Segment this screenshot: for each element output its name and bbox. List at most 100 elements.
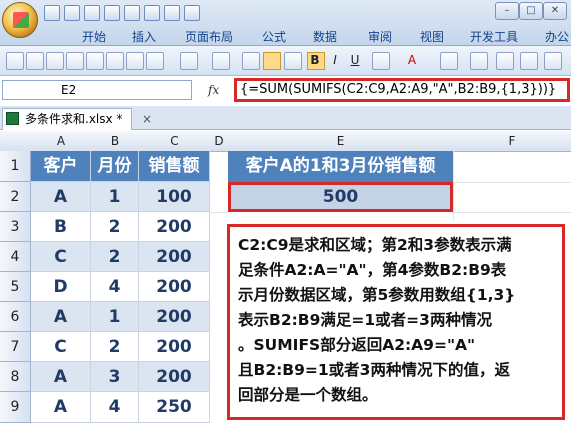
row-header-7[interactable]: 7 <box>0 332 31 362</box>
cut-icon[interactable] <box>26 52 44 70</box>
column-header-c[interactable]: C <box>139 131 211 152</box>
table-cell[interactable]: 200 <box>139 272 210 302</box>
table-cell[interactable]: 2 <box>91 242 139 272</box>
underline-icon[interactable]: U <box>347 53 363 67</box>
undo-icon[interactable] <box>180 52 198 70</box>
table-cell[interactable]: A <box>31 362 91 392</box>
table-cell[interactable]: A <box>31 302 91 332</box>
column-header-e[interactable]: E <box>228 131 454 152</box>
header-sales[interactable]: 销售额 <box>139 151 210 182</box>
print-icon[interactable] <box>124 5 140 21</box>
freeze-icon[interactable] <box>544 52 562 70</box>
table-cell[interactable]: 1 <box>91 302 139 332</box>
tab-office[interactable]: 办公 <box>545 28 569 45</box>
table-cell[interactable]: 3 <box>91 362 139 392</box>
header-customer[interactable]: 客户 <box>31 151 91 182</box>
new-icon[interactable] <box>6 52 24 70</box>
formula-input[interactable]: {=SUM(SUMIFS(C2:C9,A2:A9,"A",B2:B9,{1,3}… <box>234 78 570 102</box>
tab-view[interactable]: 视图 <box>420 28 444 45</box>
gridline <box>210 212 228 213</box>
table-cell[interactable]: 200 <box>139 332 210 362</box>
workbook-tab[interactable]: 多条件求和.xlsx * <box>2 108 132 130</box>
table-cell[interactable]: 200 <box>139 212 210 242</box>
mail-icon[interactable] <box>184 5 200 21</box>
table-cell[interactable]: 2 <box>91 212 139 242</box>
redo-icon[interactable] <box>212 52 230 70</box>
table-cell[interactable]: 200 <box>139 242 210 272</box>
preview-icon[interactable] <box>144 5 160 21</box>
align-center-icon[interactable] <box>263 52 281 70</box>
paste-icon[interactable] <box>86 52 104 70</box>
align-right-icon[interactable] <box>284 52 302 70</box>
grid-icon[interactable] <box>520 52 538 70</box>
table-cell[interactable]: 2 <box>91 332 139 362</box>
select-all-corner[interactable] <box>0 131 32 152</box>
fx-icon[interactable]: fx <box>208 80 232 100</box>
row-header-2[interactable]: 2 <box>0 182 31 212</box>
column-header-d[interactable]: D <box>210 131 229 152</box>
table-cell[interactable]: 100 <box>139 182 210 212</box>
gridline <box>453 212 571 213</box>
table-cell[interactable]: D <box>31 272 91 302</box>
maximize-button[interactable]: □ <box>519 2 543 20</box>
result-value-cell[interactable]: 500 <box>228 182 453 212</box>
result-title-cell[interactable]: 客户A的1和3月份销售额 <box>228 151 453 182</box>
row-header-4[interactable]: 4 <box>0 242 31 272</box>
table-cell[interactable]: 250 <box>139 392 210 423</box>
table-cell[interactable]: A <box>31 182 91 212</box>
table-cell[interactable]: 200 <box>139 302 210 332</box>
column-header-a[interactable]: A <box>31 131 92 152</box>
header-month[interactable]: 月份 <box>91 151 139 182</box>
close-button[interactable]: ✕ <box>543 2 567 20</box>
borders-icon[interactable] <box>440 52 458 70</box>
format-painter-icon[interactable] <box>106 52 124 70</box>
tab-insert[interactable]: 插入 <box>132 28 156 45</box>
table-cell[interactable]: 200 <box>139 362 210 392</box>
italic-icon[interactable]: I <box>327 53 343 67</box>
font-color-icon[interactable]: A <box>404 53 420 67</box>
row-header-6[interactable]: 6 <box>0 302 31 332</box>
table-cell[interactable]: 4 <box>91 392 139 423</box>
row-header-8[interactable]: 8 <box>0 362 31 392</box>
table-cell[interactable]: C <box>31 242 91 272</box>
align-left-icon[interactable] <box>242 52 260 70</box>
table-cell[interactable]: A <box>31 392 91 423</box>
row-header-1[interactable]: 1 <box>0 151 31 182</box>
excel-icon[interactable] <box>44 5 60 21</box>
open-icon[interactable] <box>164 5 180 21</box>
table-cell[interactable]: B <box>31 212 91 242</box>
gridline <box>453 182 571 183</box>
print-icon[interactable] <box>126 52 144 70</box>
row-header-5[interactable]: 5 <box>0 272 31 302</box>
print-preview-icon[interactable] <box>146 52 164 70</box>
column-header-f[interactable]: F <box>453 131 571 152</box>
tab-developer[interactable]: 开发工具 <box>470 28 518 45</box>
table-cell[interactable]: 4 <box>91 272 139 302</box>
row-header-3[interactable]: 3 <box>0 212 31 242</box>
fill-color-icon[interactable] <box>372 52 390 70</box>
copy-icon[interactable] <box>46 52 64 70</box>
table-icon[interactable] <box>496 52 514 70</box>
close-tab-icon[interactable]: × <box>142 112 152 126</box>
column-header-b[interactable]: B <box>91 131 140 152</box>
office-logo-icon <box>13 12 29 28</box>
tab-formulas[interactable]: 公式 <box>262 28 286 45</box>
tab-data[interactable]: 数据 <box>313 28 337 45</box>
office-button[interactable] <box>2 2 38 38</box>
redo-icon[interactable] <box>104 5 120 21</box>
note-line: 表示B2:B9满足=1或者=3两种情况 <box>238 311 492 329</box>
row-header-9[interactable]: 9 <box>0 392 31 423</box>
name-box[interactable]: E2 <box>2 80 192 100</box>
tab-review[interactable]: 审阅 <box>368 28 392 45</box>
merge-icon[interactable] <box>470 52 488 70</box>
undo-icon[interactable] <box>84 5 100 21</box>
tab-home[interactable]: 开始 <box>82 28 106 45</box>
tab-page-layout[interactable]: 页面布局 <box>185 28 233 45</box>
minimize-button[interactable]: – <box>495 2 519 20</box>
save-icon[interactable] <box>64 5 80 21</box>
table-cell[interactable]: 1 <box>91 182 139 212</box>
gridline <box>453 151 454 221</box>
save-icon[interactable] <box>66 52 84 70</box>
table-cell[interactable]: C <box>31 332 91 362</box>
note-line: C2:C9是求和区域；第2和3参数表示满 <box>238 236 512 254</box>
